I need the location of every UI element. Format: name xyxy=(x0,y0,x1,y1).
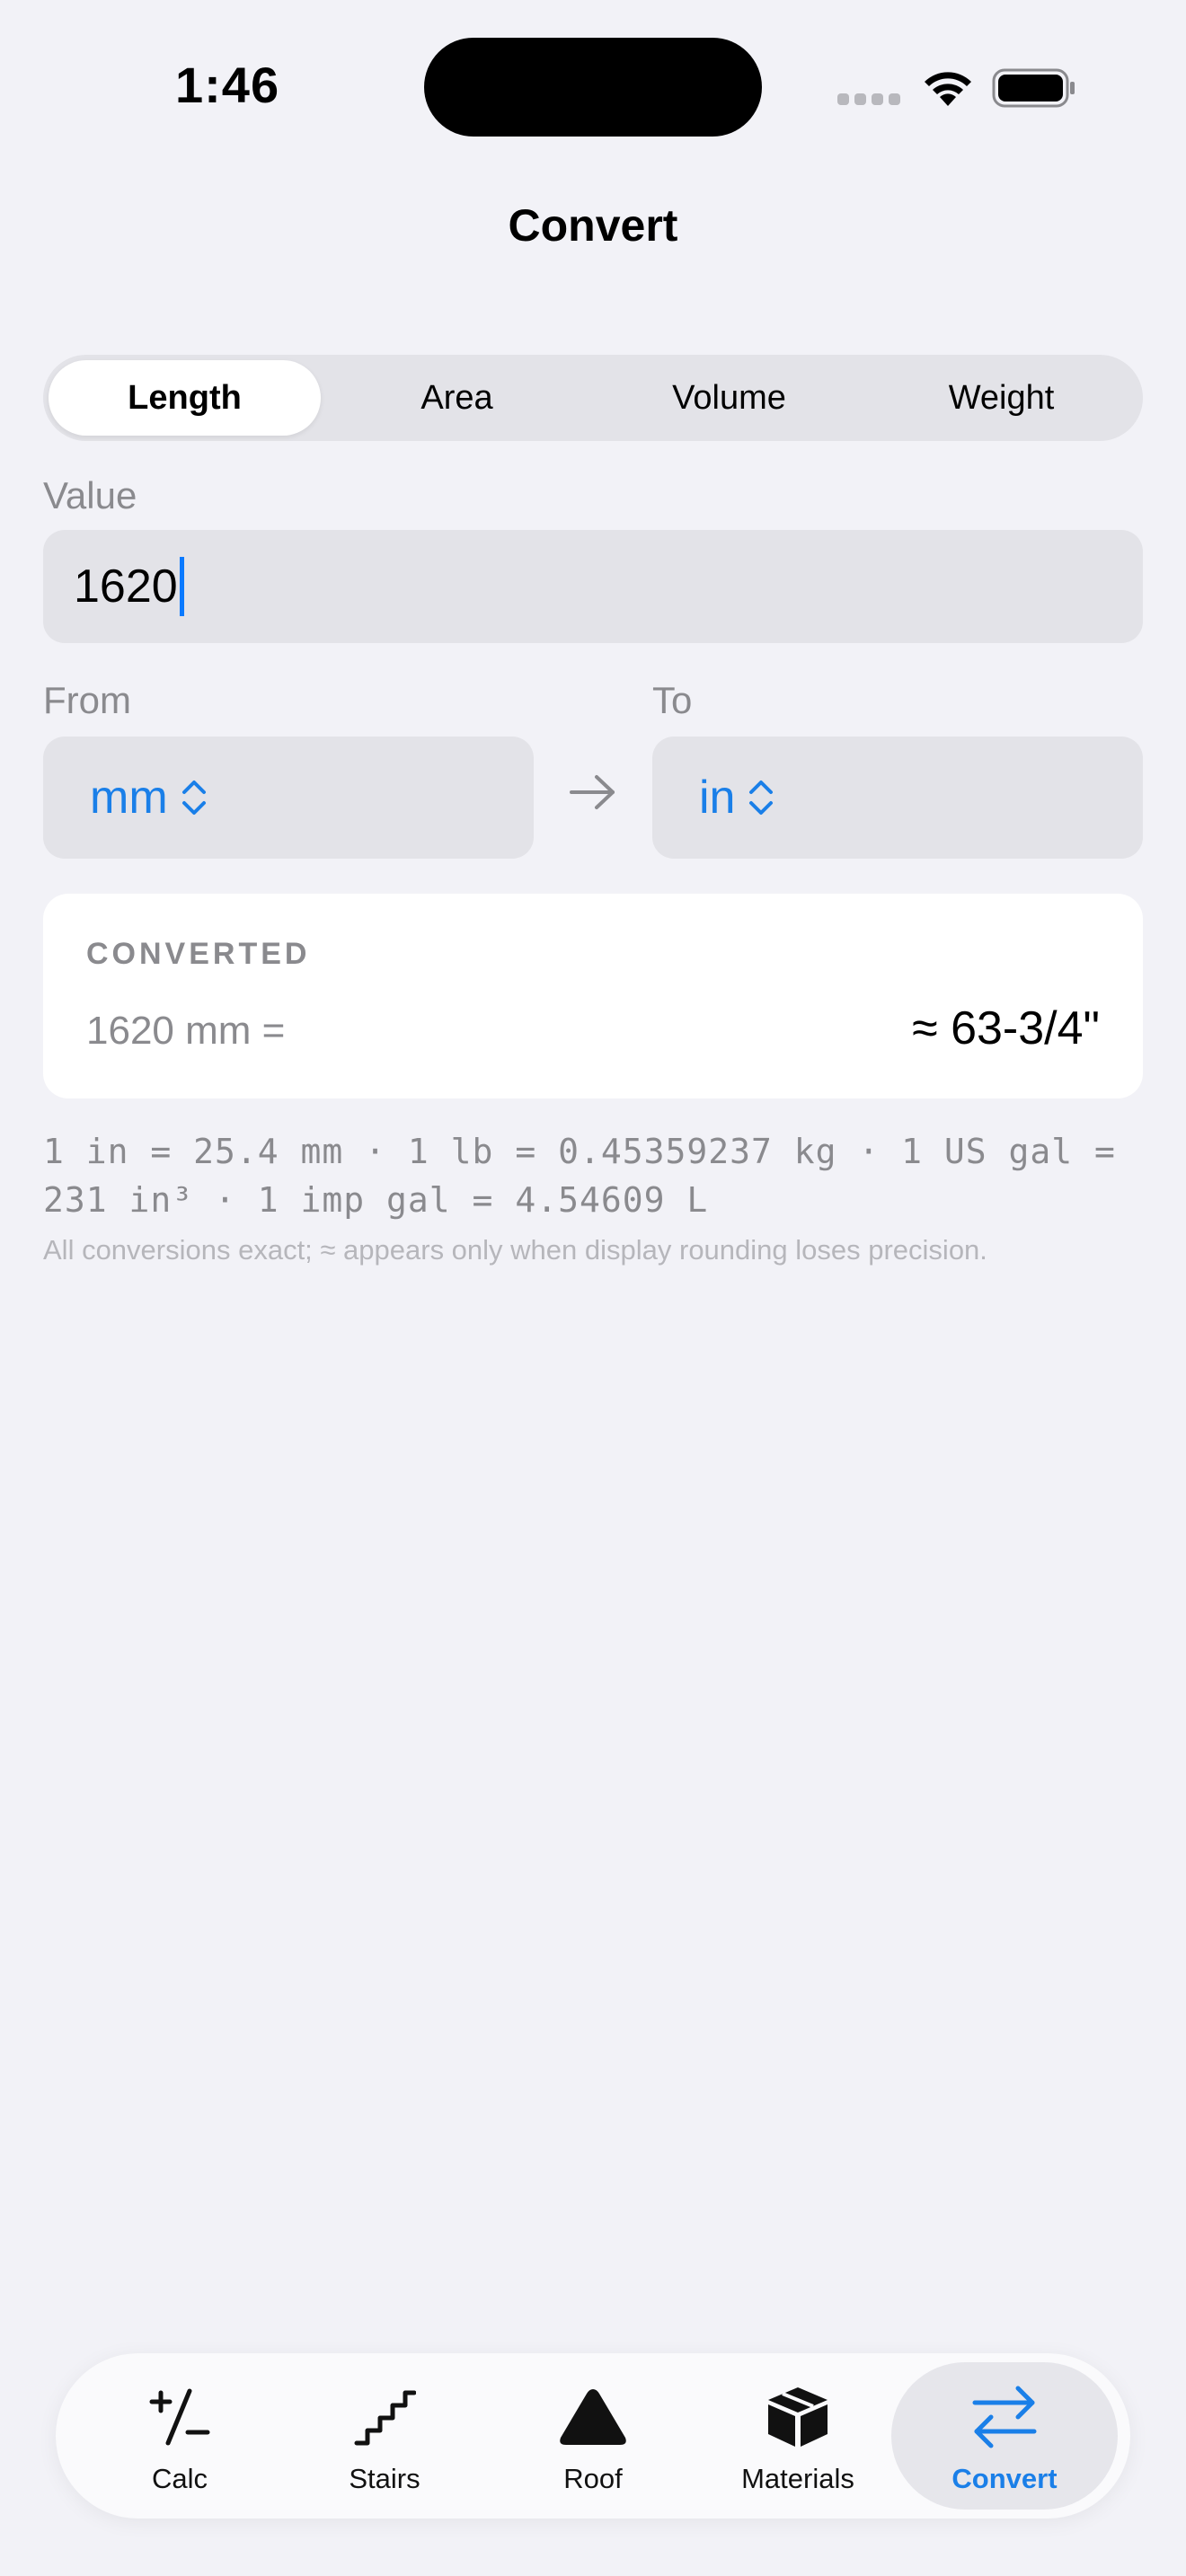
cellular-signal-icon xyxy=(837,93,906,110)
status-icons xyxy=(837,63,1080,113)
tab-materials-label: Materials xyxy=(741,2463,854,2494)
result-input-expression: 1620 mm = xyxy=(86,1009,286,1053)
plus-slash-minus-icon xyxy=(149,2388,210,2446)
constants-line-1: 1 in = 25.4 mm · 1 lb = 0.45359237 kg · … xyxy=(43,1132,1116,1171)
tab-roof-label: Roof xyxy=(563,2463,623,2494)
result-value: ≈ 63-3/4" xyxy=(912,1002,1100,1054)
tab-convert[interactable]: Convert xyxy=(891,2362,1118,2510)
to-label: To xyxy=(652,679,693,721)
tab-roof[interactable]: Roof xyxy=(491,2362,695,2510)
box-icon xyxy=(768,2387,828,2447)
chevron-up-down-icon xyxy=(749,781,774,815)
segment-area[interactable]: Area xyxy=(321,360,593,436)
tab-calc-label: Calc xyxy=(151,2463,208,2494)
segment-weight[interactable]: Weight xyxy=(865,360,1137,436)
category-segmented-control: Length Area Volume Weight xyxy=(43,355,1143,441)
segment-length[interactable]: Length xyxy=(49,360,321,436)
from-unit-picker[interactable]: mm xyxy=(43,737,534,859)
triangle-icon xyxy=(560,2389,626,2445)
segment-volume[interactable]: Volume xyxy=(593,360,865,436)
tab-stairs[interactable]: Stairs xyxy=(282,2362,487,2510)
status-time: 1:46 xyxy=(175,57,280,113)
arrow-right-icon xyxy=(570,775,615,809)
text-caret xyxy=(179,557,184,616)
dynamic-island xyxy=(424,38,762,137)
wifi-icon xyxy=(925,72,971,106)
swap-arrows-icon xyxy=(972,2386,1037,2448)
value-text: 1620 xyxy=(74,560,178,613)
conversion-constants: 1 in = 25.4 mm · 1 lb = 0.45359237 kg · … xyxy=(43,1127,1148,1224)
tab-stairs-label: Stairs xyxy=(349,2463,420,2494)
value-label: Value xyxy=(43,474,137,516)
stairs-icon xyxy=(354,2390,416,2446)
tab-bar: Calc Stairs Roof Materials Convert xyxy=(56,2353,1130,2519)
battery-icon xyxy=(992,68,1075,108)
from-label: From xyxy=(43,679,131,721)
tab-calc[interactable]: Calc xyxy=(77,2362,282,2510)
result-heading: CONVERTED xyxy=(86,937,311,971)
from-unit-value: mm xyxy=(90,772,168,824)
page-title: Convert xyxy=(508,200,678,251)
to-unit-picker[interactable]: in xyxy=(652,737,1143,859)
tab-materials[interactable]: Materials xyxy=(695,2362,900,2510)
convert-screen: 1:46 Convert Length Area Volume Weight V… xyxy=(0,0,1186,2576)
chevron-up-down-icon xyxy=(181,781,206,815)
precision-note: All conversions exact; ≈ appears only wh… xyxy=(43,1234,987,1266)
constants-line-2: 231 in³ · 1 imp gal = 4.54609 L xyxy=(43,1180,709,1220)
value-input[interactable]: 1620 xyxy=(43,530,1143,643)
result-card: CONVERTED 1620 mm = ≈ 63-3/4" xyxy=(43,894,1143,1098)
to-unit-value: in xyxy=(699,772,736,824)
tab-convert-label: Convert xyxy=(951,2463,1058,2494)
